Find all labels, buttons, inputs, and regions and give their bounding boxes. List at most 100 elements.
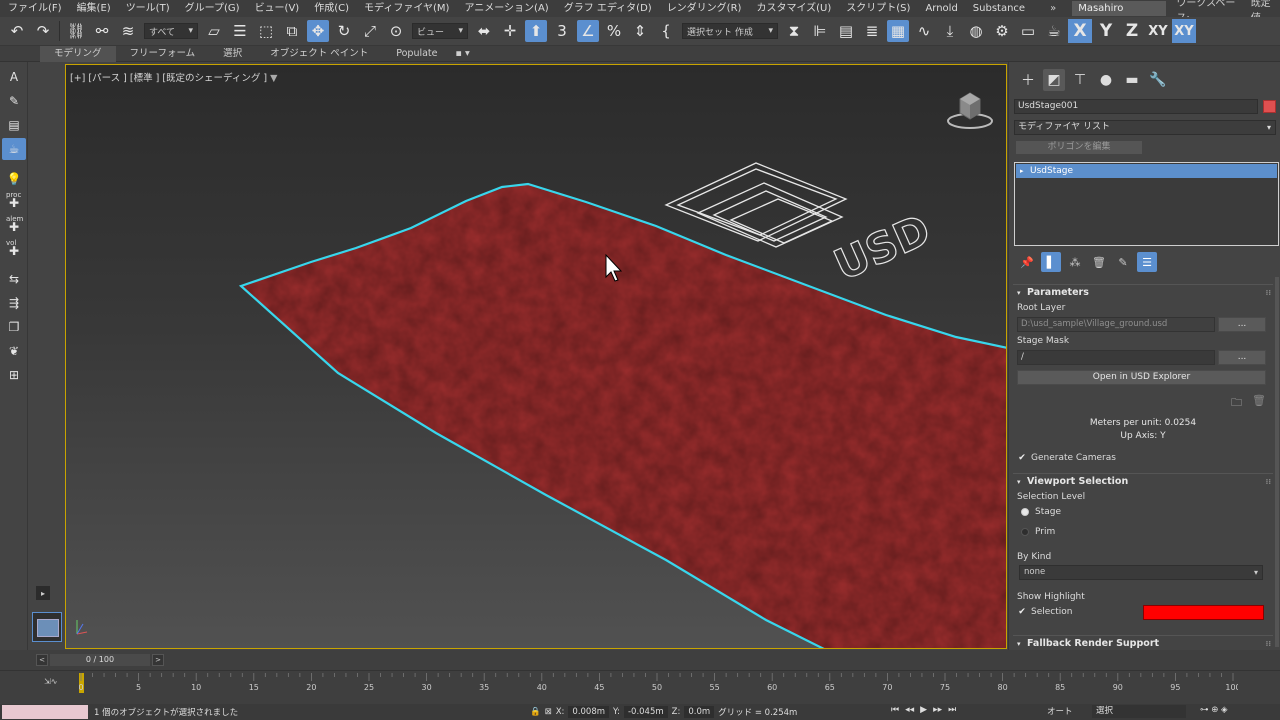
motion-tab-icon[interactable]: ● — [1095, 69, 1117, 91]
maxscript-listener[interactable] — [2, 705, 88, 719]
constrain-xy-active-button[interactable]: XY — [1172, 19, 1196, 43]
menu-edit[interactable]: 編集(E) — [69, 0, 118, 17]
menu-create[interactable]: 作成(C) — [306, 0, 356, 17]
display-tab-icon[interactable]: ▬ — [1121, 69, 1143, 91]
render-setup-icon[interactable]: ⚙ — [991, 20, 1013, 42]
stack-item-usdstage[interactable]: ▸ UsdStage — [1016, 164, 1277, 178]
stage-tool-icon[interactable]: ⇶ — [2, 292, 26, 314]
toggle-ribbon-icon[interactable]: ▦ — [887, 20, 909, 42]
show-end-result-icon[interactable]: ▌ — [1041, 252, 1061, 272]
menu-substance[interactable]: Substance — [965, 0, 1032, 17]
modifier-list-dropdown[interactable]: モディファイヤ リスト ▾ — [1014, 120, 1276, 135]
teapot-icon[interactable]: ☕ — [2, 138, 26, 160]
named-selection-dropdown[interactable]: 選択セット 作成 ▾ — [682, 23, 778, 39]
tab-modeling[interactable]: モデリング — [40, 45, 116, 62]
align-icon[interactable]: ⊫ — [809, 20, 831, 42]
modify-tab-icon[interactable]: ◩ — [1043, 69, 1065, 91]
next-frame-icon[interactable]: ▸▸ — [933, 705, 942, 715]
light-tool-icon[interactable]: 💡 — [2, 168, 26, 190]
select-and-move-icon[interactable]: ✥ — [307, 20, 329, 42]
menu-view[interactable]: ビュー(V) — [247, 0, 307, 17]
y-coordinate-field[interactable]: -0.045m — [623, 706, 668, 718]
toggle-layer-explorer-icon[interactable]: ≣ — [861, 20, 883, 42]
menu-modifiers[interactable]: モディファイヤ(M) — [356, 0, 456, 17]
vol-tool-icon[interactable]: vol ✚ — [2, 239, 26, 262]
parameters-rollout-header[interactable]: ▾ Parameters ⁞⁞ — [1013, 284, 1273, 300]
lock-selection-icon[interactable]: 🔒 — [530, 707, 541, 717]
percent-snap-icon[interactable]: % — [603, 20, 625, 42]
layer-tool-icon[interactable]: ▤ — [2, 114, 26, 136]
tab-freeform[interactable]: フリーフォーム — [116, 46, 210, 62]
remove-modifier-icon[interactable]: 🗑 — [1089, 252, 1109, 272]
radio-stage[interactable]: Stage — [1021, 507, 1061, 517]
curve-editor-icon[interactable]: ∿ — [913, 20, 935, 42]
command-panel-scrollbar[interactable] — [1275, 277, 1279, 647]
filter-icon[interactable]: ▼ — [270, 73, 277, 84]
track-bar[interactable]: ⇲∿ 0 5 10 15 20 25 30 35 40 45 50 55 60 65 70 75 80 85 90 9… — [0, 670, 1280, 704]
selection-highlight-checkbox[interactable]: ✔ Selection — [1017, 607, 1072, 617]
auto-key-button[interactable]: オート — [1047, 705, 1073, 717]
viewcube-icon[interactable] — [946, 85, 994, 133]
by-kind-dropdown[interactable]: none ▾ — [1019, 565, 1263, 580]
graph-tool-icon[interactable]: ⊞ — [2, 364, 26, 386]
key-filters-icons[interactable]: ⊶ ⊕ ◈ — [1200, 705, 1228, 715]
edit-poly-button[interactable]: ポリゴンを編集 — [1015, 140, 1143, 155]
go-to-start-icon[interactable]: ⏮ — [891, 705, 899, 715]
rectangular-selection-icon[interactable]: ⬚ — [255, 20, 277, 42]
time-slider-prev-button[interactable]: < — [36, 654, 48, 666]
tree-tool-icon[interactable]: ❦ — [2, 340, 26, 362]
folder-icon[interactable]: 🗀 — [1231, 394, 1242, 413]
undo-icon[interactable]: ↶ — [6, 20, 28, 42]
menu-group[interactable]: グループ(G) — [177, 0, 247, 17]
stack-list-icon[interactable]: ☰ — [1137, 252, 1157, 272]
edit-named-selection-icon[interactable]: { — [655, 20, 677, 42]
expand-triangle-icon[interactable]: ▸ — [1020, 164, 1024, 178]
select-manipulate-icon[interactable]: ✛ — [499, 20, 521, 42]
material-editor-icon[interactable]: ◍ — [965, 20, 987, 42]
stack-tool-icon[interactable]: ❐ — [2, 316, 26, 338]
configure-modifier-sets-icon[interactable]: ✎ — [1113, 252, 1133, 272]
selection-color-swatch[interactable] — [1143, 605, 1264, 620]
keyboard-shortcut-override-icon[interactable]: ⬆ — [525, 20, 547, 42]
select-and-place-icon[interactable]: ⊙ — [385, 20, 407, 42]
absolute-mode-icon[interactable]: ⊠ — [545, 707, 552, 717]
select-and-rotate-icon[interactable]: ↻ — [333, 20, 355, 42]
import-tool-icon[interactable]: ⇆ — [2, 268, 26, 290]
selection-filter-dropdown[interactable]: すべて ▾ — [144, 23, 198, 39]
tab-object-paint[interactable]: オブジェクト ペイント — [256, 46, 382, 62]
tab-populate[interactable]: Populate — [382, 46, 451, 62]
redo-icon[interactable]: ↷ — [32, 20, 54, 42]
z-coordinate-field[interactable]: 0.0m — [684, 706, 715, 718]
time-slider-next-button[interactable]: > — [152, 654, 164, 666]
ribbon-options-button[interactable]: ▪ ▾ — [452, 46, 474, 62]
tab-selection[interactable]: 選択 — [209, 46, 256, 62]
play-icon[interactable]: ▶ — [920, 705, 927, 715]
alem-tool-icon[interactable]: alem ✚ — [2, 215, 26, 238]
radio-prim[interactable]: Prim — [1021, 527, 1055, 537]
generate-cameras-checkbox[interactable]: ✔ Generate Cameras — [1017, 453, 1116, 463]
menu-rendering[interactable]: レンダリング(R) — [659, 0, 749, 17]
pin-stack-icon[interactable]: 📌 — [1017, 252, 1037, 272]
menu-customize[interactable]: カスタマイズ(U) — [748, 0, 838, 17]
select-and-scale-icon[interactable]: ⤢ — [359, 20, 381, 42]
object-color-swatch[interactable] — [1263, 100, 1276, 113]
viewport-label-menu[interactable]: [+] [パース ] [標準 ] [既定のシェーディング ] ▼ — [70, 70, 277, 84]
select-object-icon[interactable]: ▱ — [203, 20, 225, 42]
reference-coordinate-dropdown[interactable]: ビュー ▾ — [412, 23, 468, 39]
object-name-field[interactable]: UsdStage001 — [1014, 99, 1258, 114]
pivot-center-icon[interactable]: ⬌ — [473, 20, 495, 42]
perspective-viewport[interactable]: USD [+] [パース ] [標準 ] [既定のシェーディング ] ▼ — [65, 64, 1007, 649]
window-crossing-icon[interactable]: ⧉ — [281, 20, 303, 42]
menu-animation[interactable]: アニメーション(A) — [456, 0, 555, 17]
x-coordinate-field[interactable]: 0.008m — [568, 706, 610, 718]
fallback-render-rollout-header[interactable]: ▾ Fallback Render Support ⁞⁞ — [1013, 635, 1273, 650]
viewport-layout-button[interactable] — [32, 612, 62, 642]
mirror-icon[interactable]: ⧗ — [783, 20, 805, 42]
make-unique-icon[interactable]: ⁂ — [1065, 252, 1085, 272]
create-tab-icon[interactable]: ＋ — [1017, 69, 1039, 91]
spinner-snap-icon[interactable]: ⇕ — [629, 20, 651, 42]
open-usd-explorer-button[interactable]: Open in USD Explorer — [1017, 370, 1266, 385]
constrain-z-button[interactable]: Z — [1120, 19, 1144, 43]
constrain-xy-button[interactable]: XY — [1146, 19, 1170, 43]
user-account-button[interactable]: Masahiro Yoshic▾ — [1072, 1, 1167, 29]
